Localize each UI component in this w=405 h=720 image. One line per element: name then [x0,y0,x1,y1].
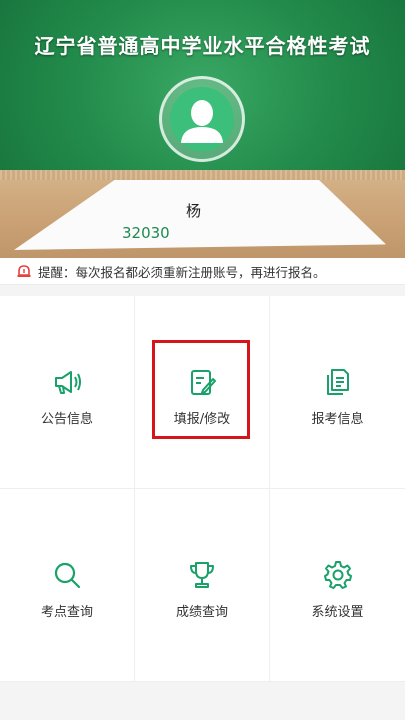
menu-grid: 公告信息 填报/修改 报考信息 考点查询 成绩查询 系统设置 [0,296,405,682]
menu-item-fill-modify[interactable]: 填报/修改 [135,296,270,489]
gear-icon [322,559,354,591]
menu-item-exam-site-query[interactable]: 考点查询 [0,489,135,682]
header-banner: 辽宁省普通高中学业水平合格性考试 杨 32030 [0,0,405,258]
menu-item-label: 公告信息 [40,412,93,427]
user-avatar-icon [170,87,234,151]
menu-item-settings[interactable]: 系统设置 [270,489,405,682]
menu-item-label: 成绩查询 [175,605,228,620]
exam-title: 辽宁省普通高中学业水平合格性考试 [34,34,371,58]
candidate-name: 杨 [186,202,202,220]
bottom-area [0,682,405,720]
menu-item-label: 考点查询 [40,605,93,620]
menu-item-label: 填报/修改 [173,412,231,427]
menu-item-label: 报考信息 [311,412,364,427]
search-icon [51,559,83,591]
alarm-icon [16,263,32,279]
notice-bar: 提醒：每次报名都必须重新注册账号，再进行报名。 [0,258,405,285]
desk-edge [0,170,405,180]
edit-icon [186,366,218,398]
candidate-id: 32030 [122,224,170,242]
megaphone-icon [51,366,83,398]
menu-item-announcements[interactable]: 公告信息 [0,296,135,489]
avatar[interactable] [159,76,245,162]
menu-item-registration-info[interactable]: 报考信息 [270,296,405,489]
documents-icon [322,366,354,398]
menu-item-label: 系统设置 [311,605,364,620]
menu-item-score-query[interactable]: 成绩查询 [135,489,270,682]
notice-text: 提醒：每次报名都必须重新注册账号，再进行报名。 [38,264,326,280]
trophy-icon [186,559,218,591]
